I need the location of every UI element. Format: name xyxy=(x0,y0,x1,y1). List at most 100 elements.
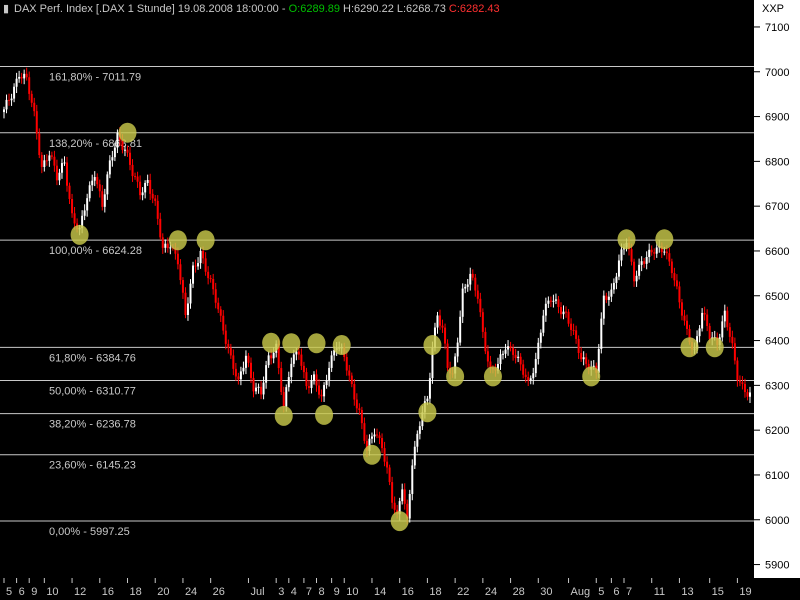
candle-body xyxy=(30,93,33,103)
candle-body xyxy=(103,194,106,207)
candle-body xyxy=(403,489,406,504)
candle-body xyxy=(615,276,618,283)
candle-body xyxy=(83,210,86,216)
candle-body xyxy=(292,354,295,364)
candle-body xyxy=(131,164,134,177)
candle-body xyxy=(446,343,449,368)
title-datetime: 19.08.2008 18:00:00 xyxy=(178,3,279,15)
candle-body xyxy=(55,165,58,181)
highlight-marker xyxy=(655,229,674,250)
candle-body xyxy=(186,303,189,315)
candle-body xyxy=(708,325,711,340)
candle-body xyxy=(270,355,273,359)
candle-body xyxy=(353,384,356,400)
candle-body xyxy=(101,191,104,207)
candle-body xyxy=(66,162,69,186)
candle-body xyxy=(202,250,205,259)
x-tick-label: 8 xyxy=(319,586,325,598)
fib-label: 61,80% - 6384.76 xyxy=(49,352,136,364)
x-tick-label: 19 xyxy=(739,586,751,598)
x-tick-label: 5 xyxy=(6,586,12,598)
candle-body xyxy=(738,380,741,383)
candle-body xyxy=(134,176,137,178)
candle-body xyxy=(743,383,746,393)
candle-body xyxy=(633,261,636,282)
candle-body xyxy=(471,273,474,278)
candle-body xyxy=(164,243,167,248)
highlight-marker xyxy=(418,402,437,423)
candle-body xyxy=(514,354,517,359)
plot-background xyxy=(0,0,754,578)
candle-body xyxy=(60,163,63,173)
candle-body xyxy=(542,315,545,333)
candle-body xyxy=(439,315,442,326)
candle-body xyxy=(683,315,686,321)
candle-body xyxy=(267,355,270,366)
candle-body xyxy=(444,327,447,344)
candle-body xyxy=(222,315,225,331)
fib-label: 23,60% - 6145.23 xyxy=(49,460,136,472)
candle-body xyxy=(35,111,38,134)
candle-body xyxy=(617,260,620,277)
candle-body xyxy=(509,346,512,349)
y-tick-label: 6500 xyxy=(765,291,789,303)
candle-body xyxy=(706,314,709,326)
candle-body xyxy=(381,438,384,449)
candle-body xyxy=(358,408,361,410)
candle-body xyxy=(151,193,154,199)
y-tick-label: 6900 xyxy=(765,112,789,124)
candle-body xyxy=(53,156,56,166)
candle-body xyxy=(401,489,404,502)
candle-body xyxy=(413,446,416,466)
y-tick-label: 6200 xyxy=(765,425,789,437)
candle-body xyxy=(585,357,588,364)
candle-body xyxy=(5,99,8,110)
candle-body xyxy=(441,325,444,328)
candle-body xyxy=(282,392,285,407)
candle-body xyxy=(159,218,162,238)
x-tick-label: 10 xyxy=(46,586,58,598)
candle-body xyxy=(685,320,688,329)
candle-body xyxy=(88,185,91,199)
candle-body xyxy=(386,461,389,468)
candle-body xyxy=(464,286,467,289)
candle-body xyxy=(204,258,207,272)
candle-body xyxy=(643,261,646,264)
title-high: H:6290.22 xyxy=(343,3,394,15)
candle-body xyxy=(15,78,18,87)
candle-body xyxy=(184,292,187,315)
candle-body xyxy=(73,213,76,224)
candle-body xyxy=(161,237,164,248)
candle-body xyxy=(255,387,258,392)
fib-label: 100,00% - 6624.28 xyxy=(49,245,142,257)
candle-body xyxy=(360,409,363,424)
candle-body xyxy=(232,355,235,369)
candle-body xyxy=(678,286,681,303)
x-tick-label: Aug xyxy=(571,586,591,598)
candle-body xyxy=(265,365,268,383)
x-tick-label: 26 xyxy=(213,586,225,598)
candle-body xyxy=(68,185,71,199)
candle-body xyxy=(673,273,676,281)
candle-body xyxy=(577,338,580,353)
candle-body xyxy=(416,433,419,447)
candle-body xyxy=(106,174,109,195)
candle-body xyxy=(612,282,615,290)
candle-body xyxy=(129,152,132,165)
candle-body xyxy=(565,311,568,313)
candle-body xyxy=(499,354,502,365)
candle-body xyxy=(698,328,701,337)
candle-body xyxy=(567,311,570,324)
highlight-marker xyxy=(196,230,215,251)
x-tick-label: 7 xyxy=(306,586,312,598)
x-tick-label: 9 xyxy=(334,586,340,598)
highlight-marker xyxy=(390,511,409,532)
highlight-marker xyxy=(483,366,502,387)
candle-body xyxy=(234,368,237,377)
candle-body xyxy=(575,330,578,339)
candle-body xyxy=(650,249,653,253)
candle-body xyxy=(146,180,149,183)
candle-body xyxy=(111,157,114,161)
candle-body xyxy=(141,192,144,196)
candle-body xyxy=(212,278,215,290)
